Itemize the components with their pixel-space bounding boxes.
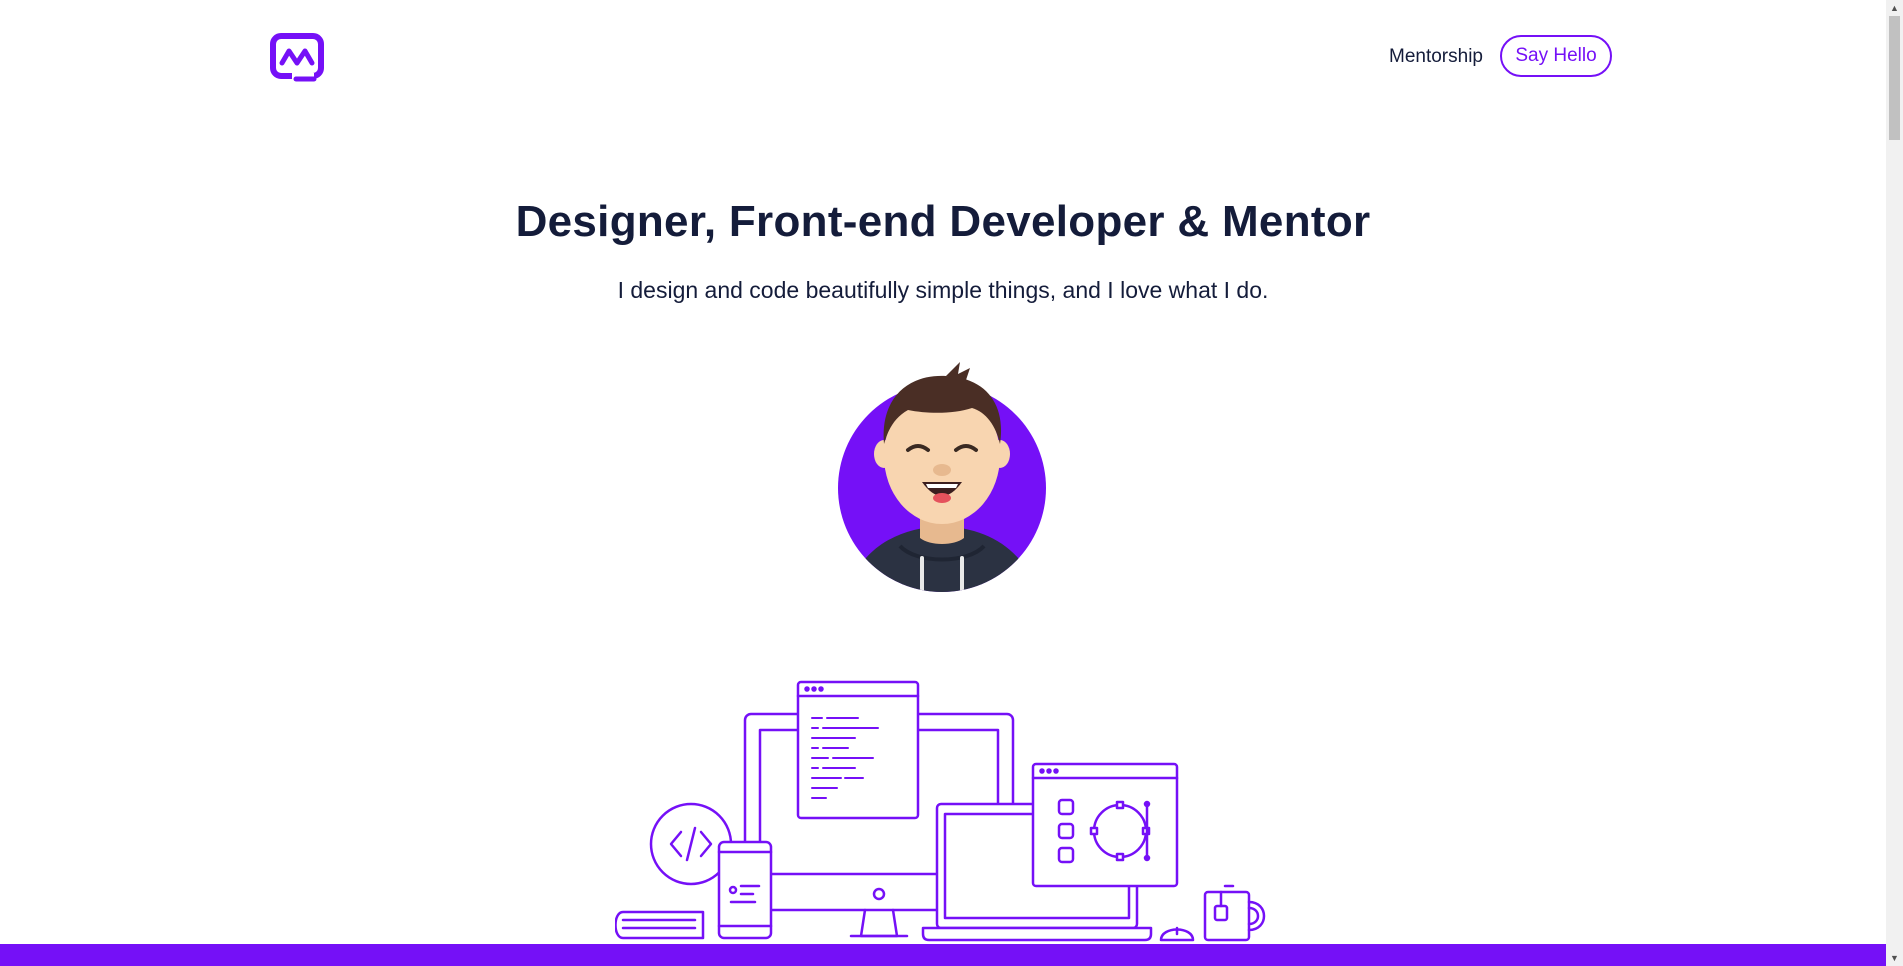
brand-logo-icon [270,33,324,82]
scrollbar-thumb[interactable] [1889,16,1900,140]
say-hello-button[interactable]: Say Hello [1500,35,1612,77]
vertical-scrollbar[interactable] [1886,0,1903,966]
avatar [836,360,1048,600]
devices-illustration [614,676,1275,946]
bottom-purple-band [0,944,1886,966]
avatar-illustration [838,362,1046,592]
page: Mentorship Say Hello Designer, Front-end… [0,0,1886,966]
scroll-down-arrow-icon[interactable]: ▼ [1886,950,1903,966]
brand-logo[interactable] [270,33,324,83]
hero-title: Designer, Front-end Developer & Mentor [515,197,1371,246]
nav-link-mentorship[interactable]: Mentorship [1389,46,1483,68]
devices-illustration-icon [614,680,1266,942]
scroll-up-arrow-icon[interactable]: ▲ [1886,0,1903,16]
hero-subtitle: I design and code beautifully simple thi… [617,277,1269,303]
